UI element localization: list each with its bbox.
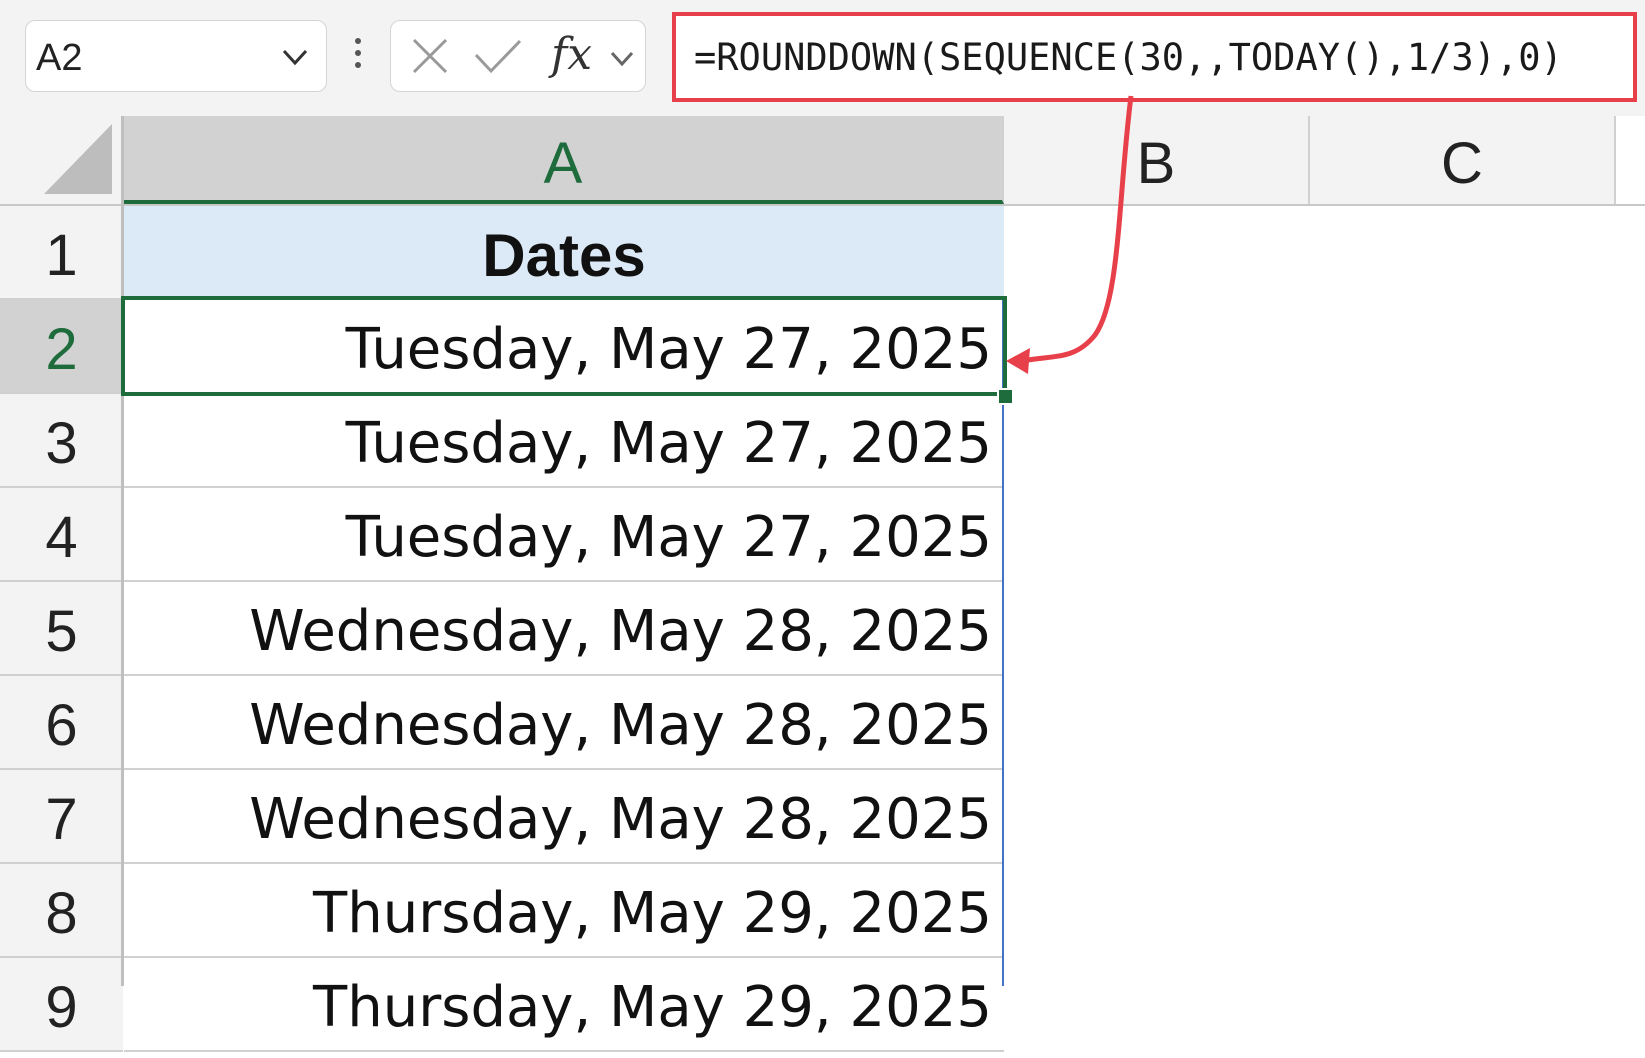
annotation-arrow [1006, 95, 1134, 374]
